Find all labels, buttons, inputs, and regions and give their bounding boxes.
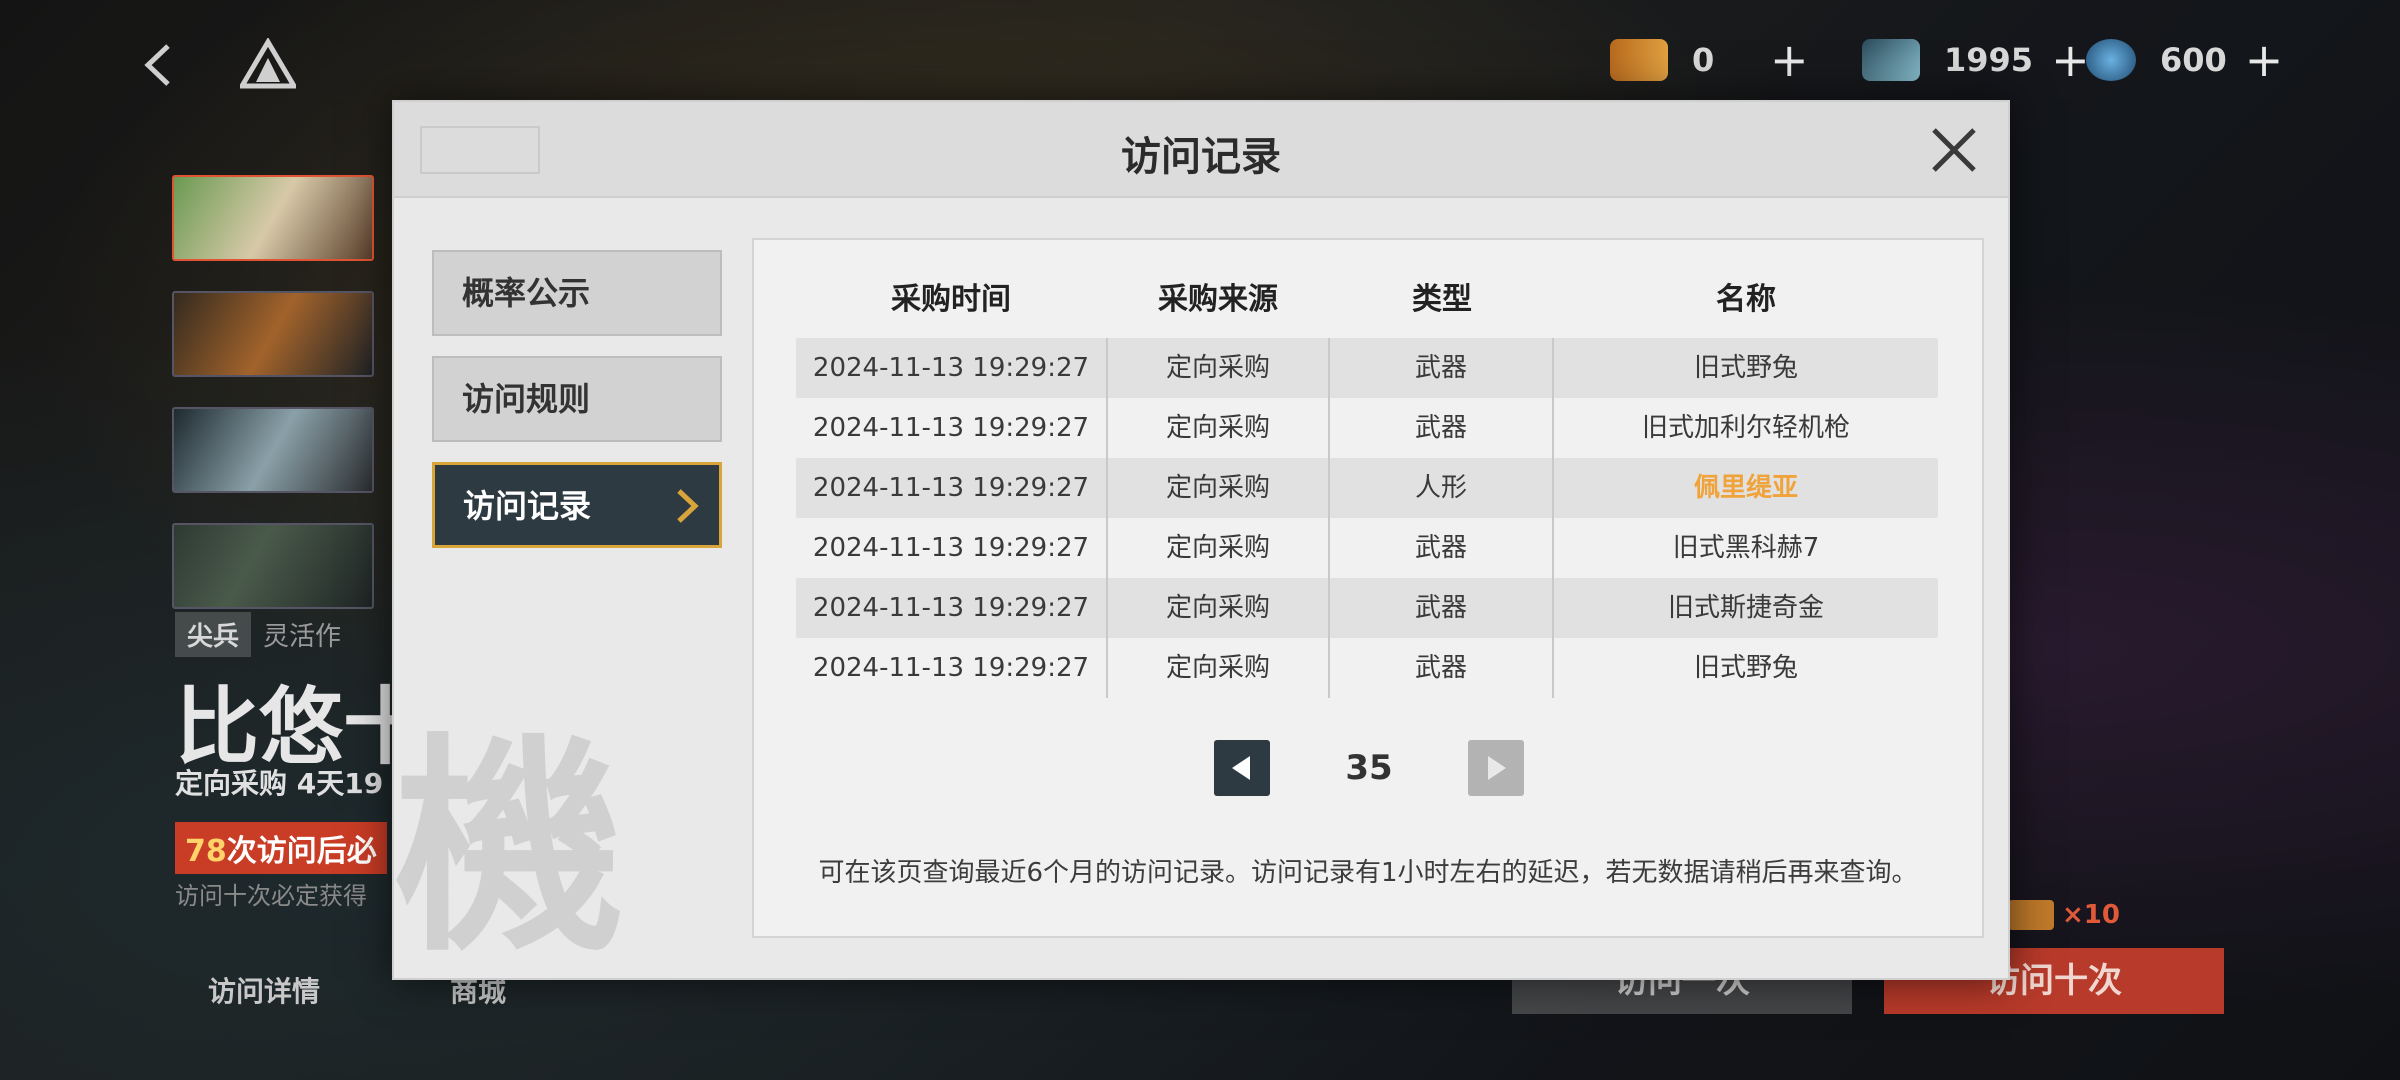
access-record-dialog: 访问记录 機 概率公示 访问规则 访问记录 采购时间 采购来源 类型 名称 20: [392, 100, 2010, 980]
cell-time: 2024-11-13 19:29:27: [812, 413, 1090, 443]
cell-name: 旧式黑科赫7: [1672, 533, 1820, 563]
banner-thumbnail-list: [172, 175, 376, 639]
menu-item-label: 访问记录: [463, 487, 592, 525]
page-number: 35: [1345, 748, 1393, 788]
triangle-right-icon: [1488, 756, 1506, 780]
column-header-type: 类型: [1412, 282, 1472, 317]
banner-thumbnail[interactable]: [172, 523, 374, 609]
dialog-side-menu: 概率公示 访问规则 访问记录: [432, 250, 722, 568]
cell-source: 定向采购: [1106, 338, 1330, 398]
ten-pull-multiplier: ×10: [2062, 900, 2120, 930]
ticket-icon: [1610, 39, 1668, 81]
records-table: 2024-11-13 19:29:27 定向采购 武器 旧式野兔 2024-11…: [796, 338, 1938, 698]
cell-time: 2024-11-13 19:29:27: [812, 473, 1090, 503]
ticket-currency: 0 +: [1610, 30, 1809, 90]
cell-name-rare: 佩里缇亚: [1693, 473, 1798, 503]
add-gem-button[interactable]: +: [2245, 37, 2284, 83]
cell-time: 2024-11-13 19:29:27: [812, 353, 1090, 383]
ten-pull-cost: ×10: [2008, 900, 2120, 930]
cell-type: 人形: [1330, 458, 1554, 518]
watermark-glyph: 機: [394, 713, 625, 980]
crystal-icon: [1862, 39, 1920, 81]
banner-thumbnail[interactable]: [172, 407, 374, 493]
menu-item-records[interactable]: 访问记录: [432, 462, 722, 548]
cell-name: 旧式斯捷奇金: [1667, 593, 1824, 623]
cell-type: 武器: [1330, 578, 1554, 638]
cell-type: 武器: [1330, 338, 1554, 398]
banner-thumbnail[interactable]: [172, 175, 374, 261]
previous-page-button[interactable]: [1214, 740, 1270, 796]
pity-badge: 78次访问后必: [175, 822, 387, 874]
back-arrow-icon[interactable]: [138, 40, 178, 90]
pagination: 35: [754, 740, 1982, 796]
details-link[interactable]: 访问详情: [208, 970, 320, 1010]
table-row: 2024-11-13 19:29:27 定向采购 武器 旧式野兔: [796, 338, 1938, 398]
rank-label: 尖兵: [175, 612, 252, 657]
column-header-time: 采购时间: [891, 282, 1011, 317]
cell-type: 武器: [1330, 638, 1554, 698]
cell-type: 武器: [1330, 398, 1554, 458]
records-panel: 采购时间 采购来源 类型 名称 2024-11-13 19:29:27 定向采购…: [752, 238, 1984, 938]
rank-tag: 尖兵 灵活作: [175, 612, 341, 657]
guarantee-note: 访问十次必定获得: [175, 882, 367, 910]
pity-count: 78: [185, 834, 227, 869]
cell-source: 定向采购: [1106, 398, 1330, 458]
menu-item-probability[interactable]: 概率公示: [432, 250, 722, 336]
cell-time: 2024-11-13 19:29:27: [812, 653, 1090, 683]
table-row: 2024-11-13 19:29:27 定向采购 武器 旧式野兔: [796, 638, 1938, 698]
dialog-title: 访问记录: [1121, 134, 1281, 180]
menu-item-label: 访问规则: [462, 380, 591, 418]
menu-item-rules[interactable]: 访问规则: [432, 356, 722, 442]
records-note: 可在该页查询最近6个月的访问记录。访问记录有1小时左右的延迟，若无数据请稍后再来…: [818, 858, 1918, 888]
table-row: 2024-11-13 19:29:27 定向采购 武器 旧式加利尔轻机枪: [796, 398, 1938, 458]
banner-subtitle: 定向采购 4天19: [175, 767, 384, 800]
menu-item-label: 概率公示: [462, 274, 591, 312]
triangle-left-icon: [1232, 756, 1250, 780]
table-row: 2024-11-13 19:29:27 定向采购 武器 旧式黑科赫7: [796, 518, 1938, 578]
cell-source: 定向采购: [1106, 638, 1330, 698]
close-icon[interactable]: [1924, 120, 1984, 180]
role-desc: 灵活作: [263, 622, 342, 652]
cell-name: 旧式野兔: [1693, 653, 1798, 683]
column-header-source: 采购来源: [1158, 282, 1278, 317]
chevron-right-icon: [671, 465, 701, 547]
dialog-header: 访问记录: [394, 102, 2008, 198]
home-logo-icon[interactable]: [237, 37, 299, 90]
pity-text: 次访问后必: [226, 834, 377, 869]
column-header-name: 名称: [1716, 282, 1776, 317]
next-page-button[interactable]: [1468, 740, 1524, 796]
table-row: 2024-11-13 19:29:27 定向采购 人形 佩里缇亚: [796, 458, 1938, 518]
gem-icon: [2086, 39, 2136, 81]
cell-name: 旧式加利尔轻机枪: [1641, 413, 1850, 443]
table-row: 2024-11-13 19:29:27 定向采购 武器 旧式斯捷奇金: [796, 578, 1938, 638]
cell-source: 定向采购: [1106, 578, 1330, 638]
ticket-icon: [2008, 900, 2054, 930]
cell-source: 定向采购: [1106, 458, 1330, 518]
cell-source: 定向采购: [1106, 518, 1330, 578]
crystal-count: 1995: [1944, 41, 2034, 79]
cell-name: 旧式野兔: [1693, 353, 1798, 383]
add-ticket-button[interactable]: +: [1770, 37, 1809, 83]
gem-count: 600: [2160, 41, 2227, 79]
cell-time: 2024-11-13 19:29:27: [812, 593, 1090, 623]
table-header: 采购时间 采购来源 类型 名称: [796, 270, 1938, 330]
cell-time: 2024-11-13 19:29:27: [812, 533, 1090, 563]
crystal-currency: 1995 +: [1862, 30, 2090, 90]
add-crystal-button[interactable]: +: [2051, 37, 2090, 83]
ticket-count: 0: [1692, 41, 1715, 79]
gem-currency: 600 +: [2086, 30, 2283, 90]
cell-type: 武器: [1330, 518, 1554, 578]
banner-thumbnail[interactable]: [172, 291, 374, 377]
